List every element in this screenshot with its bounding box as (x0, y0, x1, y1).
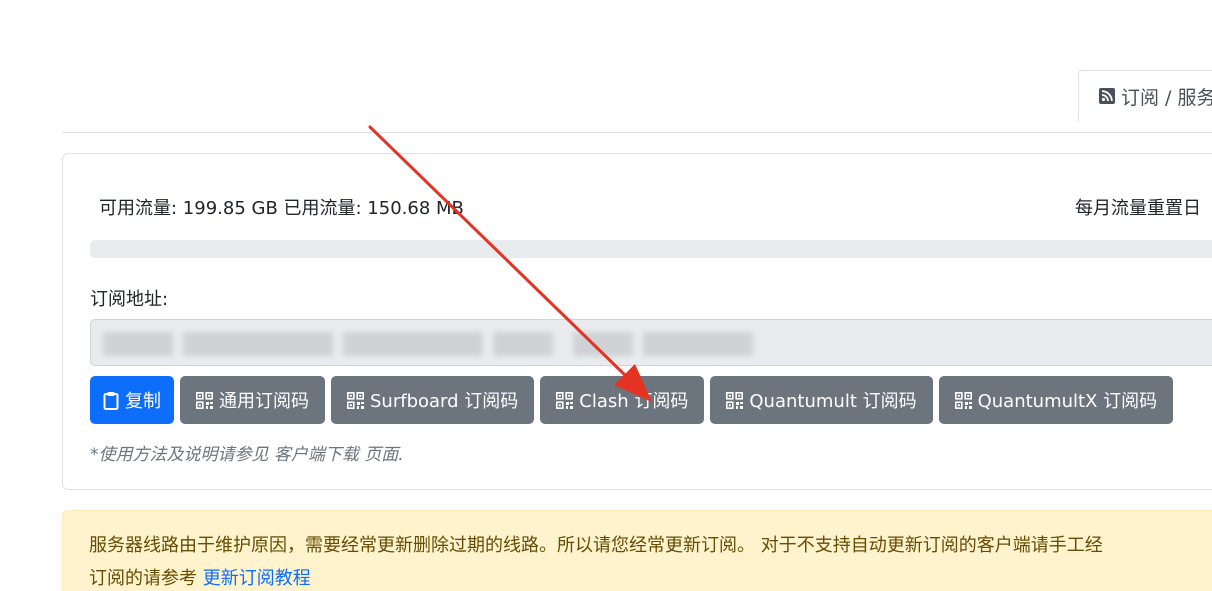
tab-bar: 订阅 / 服务 (62, 0, 1212, 133)
qr-code-icon (347, 391, 364, 409)
surfboard-qr-label: Surfboard 订阅码 (370, 391, 519, 412)
rss-icon (1099, 88, 1115, 104)
qr-code-icon (196, 391, 213, 409)
subscription-card: 可用流量: 199.85 GB 已用流量: 150.68 MB 每月流量重置日 … (62, 153, 1212, 490)
qr-code-icon (726, 391, 744, 409)
qr-code-icon (954, 391, 972, 409)
quantumultx-qr-label: QuantumultX 订阅码 (977, 391, 1158, 412)
clipboard-icon (103, 391, 119, 410)
quantumult-qr-label: Quantumult 订阅码 (749, 391, 917, 412)
clash-qr-button[interactable]: Clash 订阅码 (540, 376, 705, 424)
copy-button[interactable]: 复制 (90, 376, 174, 424)
qr-code-icon (556, 391, 574, 409)
qr-button-row: 复制 通用订阅码 Surfboard 订阅码 Clash 订阅码 Quantum… (90, 376, 1174, 424)
alert-line-2-text: 订阅的请参考 (89, 568, 203, 589)
clash-qr-label: Clash 订阅码 (579, 391, 689, 412)
copy-button-label: 复制 (125, 391, 161, 412)
surfboard-qr-button[interactable]: Surfboard 订阅码 (331, 376, 535, 424)
quantumult-qr-button[interactable]: Quantumult 订阅码 (710, 376, 933, 424)
usage-note: *使用方法及说明请参见 客户端下载 页面. (90, 445, 404, 465)
tab-subscription[interactable]: 订阅 / 服务 (1078, 70, 1212, 122)
generic-qr-button[interactable]: 通用订阅码 (180, 376, 325, 424)
update-subscription-tutorial-link[interactable]: 更新订阅教程 (203, 568, 311, 589)
alert-line-1: 服务器线路由于维护原因，需要经常更新删除过期的线路。所以请您经常更新订阅。 对于… (89, 535, 1103, 556)
alert-line-2: 订阅的请参考 更新订阅教程 (89, 562, 1212, 591)
subscription-url-label: 订阅地址: (90, 289, 169, 310)
traffic-progress-bar (90, 240, 1212, 258)
subscription-url-input[interactable] (90, 319, 1212, 366)
maintenance-alert: 服务器线路由于维护原因，需要经常更新删除过期的线路。所以请您经常更新订阅。 对于… (62, 510, 1212, 591)
quantumultx-qr-button[interactable]: QuantumultX 订阅码 (938, 376, 1174, 424)
tab-subscription-label: 订阅 / 服务 (1121, 86, 1212, 109)
generic-qr-label: 通用订阅码 (219, 391, 309, 412)
traffic-info: 可用流量: 199.85 GB 已用流量: 150.68 MB (99, 198, 464, 219)
traffic-reset-day: 每月流量重置日 (1075, 198, 1201, 219)
